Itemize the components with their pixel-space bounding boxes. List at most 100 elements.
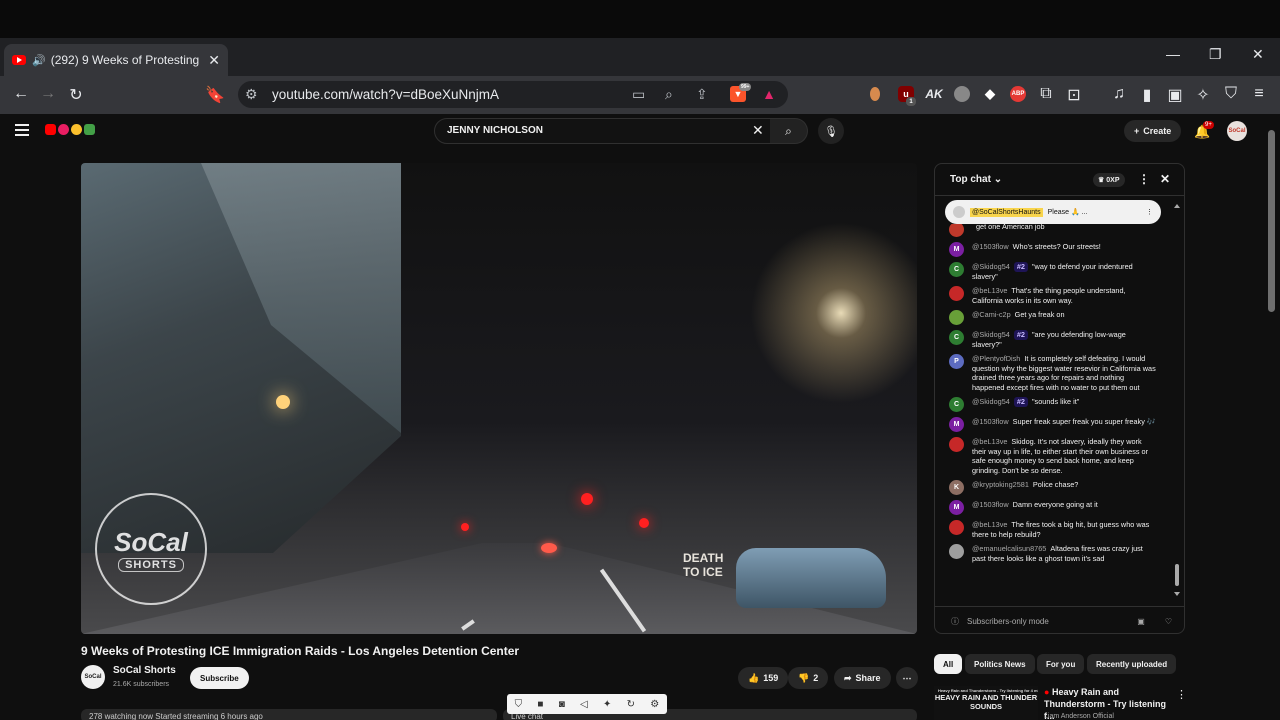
guide-menu-icon[interactable]: [15, 124, 29, 139]
bookmark-icon[interactable]: 🔖: [205, 85, 225, 105]
chat-author[interactable]: @emanuelcalisun8765: [972, 544, 1046, 553]
xp-badge[interactable]: ♛ 0XP: [1093, 173, 1125, 187]
voice-search-button[interactable]: 🎙: [818, 118, 844, 144]
wallet-icon[interactable]: ▣: [1165, 85, 1185, 105]
close-tab-icon[interactable]: ✕: [208, 52, 220, 69]
rewards-icon[interactable]: ▲: [761, 86, 777, 102]
clapper-icon[interactable]: ■: [537, 699, 543, 710]
extension-1-icon[interactable]: [870, 87, 880, 101]
search-input[interactable]: JENNY NICHOLSON: [434, 118, 771, 144]
maximize-icon[interactable]: ❐: [1209, 46, 1222, 63]
chat-author[interactable]: @beL13ve: [972, 437, 1007, 446]
chat-message[interactable]: C @Skidog54 #2 "sounds like it": [949, 397, 1175, 412]
close-chat-icon[interactable]: ✕: [1160, 172, 1170, 186]
chat-author[interactable]: @Skidog54: [972, 397, 1010, 406]
tab-youtube-video[interactable]: 🔊 (292) 9 Weeks of Protesting ICE ✕: [4, 44, 228, 76]
chat-avatar[interactable]: C: [949, 330, 964, 345]
cast-icon[interactable]: ▭: [632, 86, 645, 103]
chip-politics-news[interactable]: Politics News: [965, 654, 1035, 674]
vpn-icon[interactable]: ⛉: [1221, 85, 1241, 103]
minimize-icon[interactable]: —: [1166, 46, 1180, 62]
clear-search-icon[interactable]: ✕: [752, 122, 764, 139]
chat-message[interactable]: M @1503flow Damn everyone going at it: [949, 500, 1175, 515]
chat-avatar[interactable]: [949, 224, 964, 237]
chat-scrollbar[interactable]: [1174, 204, 1180, 596]
extension-4-icon[interactable]: ◆: [982, 86, 998, 102]
heart-icon[interactable]: ♡: [1165, 617, 1172, 626]
chip-for-you[interactable]: For you: [1037, 654, 1085, 674]
chat-author[interactable]: @1503flow: [972, 500, 1009, 509]
youtube-logo[interactable]: [45, 124, 95, 135]
volume-icon[interactable]: ◁: [580, 699, 588, 710]
chat-avatar[interactable]: C: [949, 397, 964, 412]
chat-message[interactable]: C @Skidog54 #2 "way to defend your indentur…: [949, 262, 1175, 281]
chat-avatar[interactable]: M: [949, 417, 964, 432]
shield-icon[interactable]: ⛉: [515, 699, 523, 710]
chat-avatar[interactable]: K: [949, 480, 964, 495]
chat-avatar[interactable]: P: [949, 354, 964, 369]
like-button[interactable]: 👍 159: [738, 667, 789, 689]
dislike-button[interactable]: 👎 2: [788, 667, 829, 689]
chip-all[interactable]: All: [934, 654, 963, 674]
subscribe-button[interactable]: Subscribe: [190, 667, 249, 689]
chat-avatar[interactable]: M: [949, 242, 964, 257]
chat-avatar[interactable]: [949, 286, 964, 301]
chat-message[interactable]: get one American job: [949, 224, 1175, 237]
chat-avatar[interactable]: M: [949, 500, 964, 515]
chat-message[interactable]: @beL13ve That's the thing people understa…: [949, 286, 1175, 305]
chat-message[interactable]: @emanuelcalisun8765 Altadena fires was cr…: [949, 544, 1175, 563]
reload-icon[interactable]: ↻: [66, 85, 86, 105]
recommended-thumbnail[interactable]: Heavy Rain and Thunderstorm - Try listen…: [934, 686, 1038, 720]
extension-abp-icon[interactable]: ABP: [1010, 86, 1026, 102]
pinned-message[interactable]: @SoCalShortsHaunts Please 🙏 ... ⋮: [945, 200, 1161, 224]
chat-message[interactable]: @beL13ve Skidog. It's not slavery, ideall…: [949, 437, 1175, 475]
share-icon[interactable]: ⇪: [696, 86, 708, 103]
leo-icon[interactable]: ✧: [1193, 85, 1213, 105]
recommended-more-icon[interactable]: ⋮: [1176, 688, 1187, 701]
chat-message[interactable]: @Cami-c2p Get ya freak on: [949, 310, 1175, 325]
extensions-puzzle-icon[interactable]: ⧉: [1036, 85, 1056, 103]
video-player[interactable]: DEATH TO ICE SoCal SHORTS: [81, 163, 917, 634]
chat-more-icon[interactable]: ⋮: [1138, 172, 1150, 186]
chip-recently-uploaded[interactable]: Recently uploaded: [1087, 654, 1177, 674]
description-box[interactable]: 278 watching now Started streaming 6 hou…: [81, 709, 497, 720]
more-actions-button[interactable]: ⋯: [896, 667, 918, 689]
channel-avatar[interactable]: SoCal: [81, 665, 105, 689]
chat-avatar[interactable]: C: [949, 262, 964, 277]
chat-message[interactable]: K @kryptoking2581 Police chase?: [949, 480, 1175, 495]
extension-screenshot-icon[interactable]: ⊡: [1064, 85, 1084, 105]
extension-ak-icon[interactable]: AK: [925, 86, 942, 102]
channel-name[interactable]: SoCal Shorts: [113, 665, 176, 676]
create-button[interactable]: + Create: [1124, 120, 1182, 142]
media-icon[interactable]: ♫: [1109, 85, 1129, 103]
camera-icon[interactable]: ◙: [559, 699, 565, 710]
chat-author[interactable]: @Skidog54: [972, 330, 1010, 339]
site-info-icon[interactable]: ⚙: [245, 86, 258, 103]
pin-icon[interactable]: ✦: [603, 699, 611, 710]
chat-author[interactable]: @PlentyofDish: [972, 354, 1020, 363]
chat-message[interactable]: C @Skidog54 #2 "are you defending low-wage …: [949, 330, 1175, 349]
chat-author[interactable]: @kryptoking2581: [972, 480, 1029, 489]
share-button[interactable]: ➦ Share: [834, 667, 891, 689]
zoom-icon[interactable]: ⌕: [665, 86, 673, 103]
chat-avatar[interactable]: [949, 520, 964, 535]
settings-icon[interactable]: ⚙: [650, 699, 659, 710]
chat-avatar[interactable]: [949, 310, 964, 325]
chat-avatar[interactable]: [949, 544, 964, 559]
refresh-icon[interactable]: ↻: [627, 699, 635, 710]
chat-author[interactable]: @beL13ve: [972, 520, 1007, 529]
chat-author[interactable]: @1503flow: [972, 242, 1009, 251]
chat-author[interactable]: @Cami-c2p: [972, 310, 1011, 319]
chat-author[interactable]: @1503flow: [972, 417, 1009, 426]
menu-icon[interactable]: ≡: [1249, 85, 1269, 103]
pinned-more-icon[interactable]: ⋮: [1146, 208, 1153, 216]
page-scrollbar[interactable]: [1268, 130, 1275, 312]
money-icon[interactable]: ▣: [1137, 617, 1145, 626]
sidebar-icon[interactable]: ▮: [1137, 85, 1157, 105]
account-avatar[interactable]: SoCal: [1227, 121, 1247, 141]
chat-message[interactable]: P @PlentyofDish It is completely self defe…: [949, 354, 1175, 392]
chat-avatar[interactable]: [949, 437, 964, 452]
chat-message[interactable]: M @1503flow Who's streets? Our streets!: [949, 242, 1175, 257]
extension-3-icon[interactable]: [954, 86, 970, 102]
chat-author[interactable]: @Skidog54: [972, 262, 1010, 271]
